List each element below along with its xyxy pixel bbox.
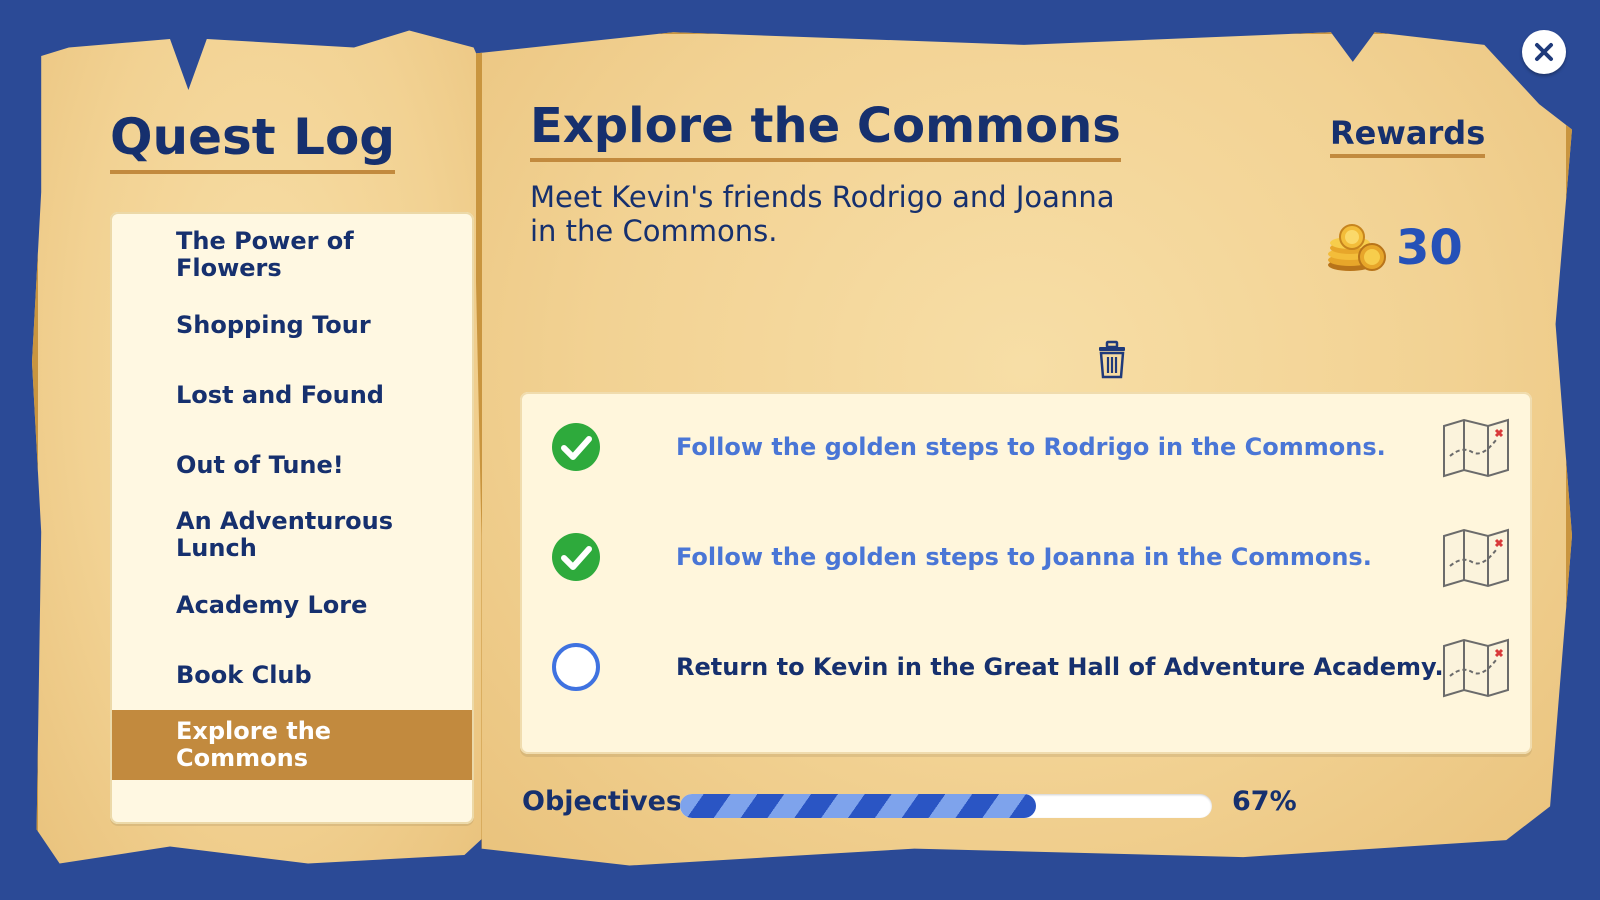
quest-item-label: Book Club — [176, 660, 312, 689]
trash-icon[interactable] — [1096, 340, 1128, 380]
quest-item-shopping-tour[interactable]: Shopping Tour — [112, 290, 472, 360]
quest-list: The Power of Flowers Shopping Tour Lost … — [110, 212, 474, 824]
reward-amount: 30 — [1326, 220, 1463, 276]
quest-item-label: The Power of Flowers — [176, 227, 354, 282]
quest-item-an-adventurous-lunch[interactable]: An Adventurous Lunch — [112, 500, 472, 570]
quest-item-explore-the-commons[interactable]: Explore the Commons — [112, 710, 472, 780]
close-button[interactable] — [1522, 30, 1566, 74]
quest-item-label: Academy Lore — [176, 590, 368, 619]
objective-text: Follow the golden steps to Joanna in the… — [676, 543, 1372, 571]
quest-item-label: An Adventurous Lunch — [176, 507, 394, 562]
quest-item-label: Lost and Found — [176, 380, 384, 409]
quest-item-the-power-of-flowers[interactable]: The Power of Flowers — [112, 220, 472, 290]
rewards-title: Rewards — [1330, 114, 1486, 158]
quest-item-academy-lore[interactable]: Academy Lore — [112, 570, 472, 640]
coin-stack-icon — [1328, 224, 1386, 271]
objectives-label: Objectives — [522, 786, 682, 817]
objective-row: Follow the golden steps to Joanna in the… — [520, 502, 1532, 612]
quest-description: Meet Kevin's friends Rodrigo and Joanna … — [530, 180, 1115, 248]
objectives-panel: Follow the golden steps to Rodrigo in th… — [520, 392, 1532, 754]
close-icon — [1535, 43, 1553, 61]
check-circle-icon — [552, 423, 600, 471]
quest-title: Explore the Commons — [530, 98, 1121, 162]
objective-row: Follow the golden steps to Rodrigo in th… — [520, 392, 1532, 502]
check-circle-icon — [552, 533, 600, 581]
quest-item-book-club[interactable]: Book Club — [112, 640, 472, 710]
quest-item-label: Out of Tune! — [176, 450, 344, 479]
quest-item-label: Shopping Tour — [176, 310, 371, 339]
objective-text: Return to Kevin in the Great Hall of Adv… — [676, 653, 1444, 681]
objective-text: Follow the golden steps to Rodrigo in th… — [676, 433, 1386, 461]
quest-log-title: Quest Log — [110, 108, 396, 174]
quest-item-label: Explore the Commons — [176, 717, 332, 772]
map-icon[interactable] — [1440, 416, 1512, 478]
map-icon[interactable] — [1440, 636, 1512, 698]
quest-item-out-of-tune[interactable]: Out of Tune! — [112, 430, 472, 500]
map-icon[interactable] — [1440, 526, 1512, 588]
objectives-progress-percent: 67% — [1232, 786, 1297, 817]
objectives-progress-bar — [680, 794, 1212, 818]
objectives-progress-fill — [680, 794, 1037, 818]
empty-circle-icon — [552, 643, 600, 691]
objective-row: Return to Kevin in the Great Hall of Adv… — [520, 612, 1532, 722]
reward-coin-count: 30 — [1396, 220, 1463, 276]
quest-item-lost-and-found[interactable]: Lost and Found — [112, 360, 472, 430]
